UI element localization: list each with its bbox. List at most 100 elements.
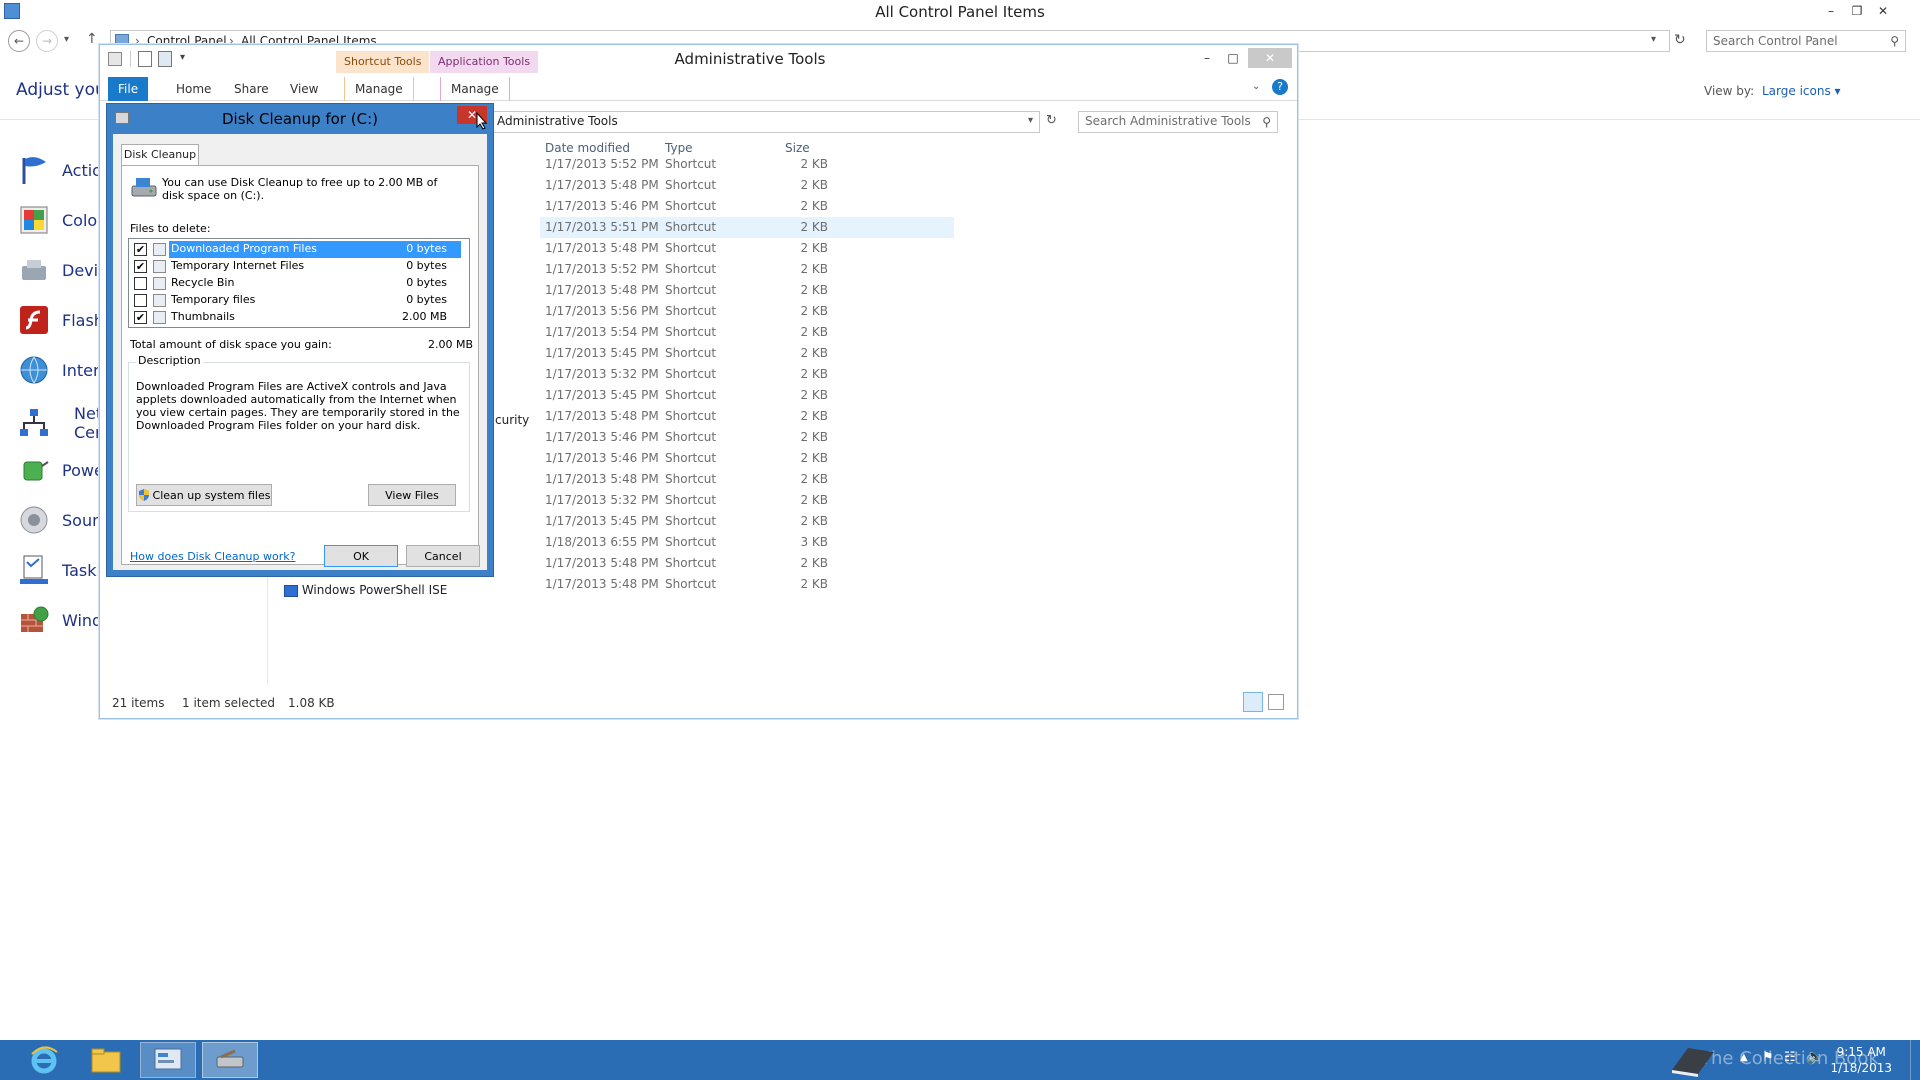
cell-size: 2 KB	[800, 388, 828, 402]
ribbon-expand-button[interactable]: ⌄	[1252, 81, 1260, 92]
item-checkbox[interactable]: ✔	[134, 243, 147, 256]
cell-type: Shortcut	[665, 178, 717, 192]
cancel-button[interactable]: Cancel	[406, 545, 480, 567]
item-checkbox[interactable]: ✔	[134, 311, 147, 324]
cell-size: 2 KB	[800, 472, 828, 486]
view-by-dropdown[interactable]: Large icons ▾	[1762, 84, 1841, 98]
files-to-delete-list: ✔ Downloaded Program Files 0 bytes ✔ Tempora…	[128, 238, 470, 328]
button-label: Clean up system files	[152, 488, 271, 502]
cell-type: Shortcut	[665, 199, 717, 213]
cell-date: 1/17/2013 5:32 PM	[545, 367, 659, 381]
item-checkbox[interactable]: ✔	[134, 260, 147, 273]
clean-up-system-files-button[interactable]: Clean up system files	[136, 484, 272, 506]
properties-quick-icon[interactable]	[138, 51, 152, 67]
list-item[interactable]: ✔ Downloaded Program Files 0 bytes	[131, 241, 467, 258]
volume-tray-button[interactable]: 🔈	[1806, 1049, 1823, 1065]
minimize-icon: –	[1828, 4, 1834, 18]
cell-date: 1/17/2013 5:45 PM	[545, 514, 659, 528]
cell-size: 2 KB	[800, 241, 828, 255]
column-header-date[interactable]: Date modified	[545, 141, 630, 155]
taskbar-control-panel[interactable]	[140, 1042, 196, 1078]
tab-home[interactable]: Home	[166, 77, 221, 101]
description-caption: Description	[136, 354, 203, 367]
cell-size: 2 KB	[800, 220, 828, 234]
cp-item-windows-firewall[interactable]: Wind	[18, 600, 108, 640]
cp-item-network-center[interactable]: Netw Cente	[18, 400, 121, 446]
tab-share[interactable]: Share	[224, 77, 279, 101]
new-folder-quick-icon[interactable]	[158, 51, 172, 67]
taskbar-file-explorer[interactable]	[78, 1042, 134, 1078]
tab-disk-cleanup[interactable]: Disk Cleanup	[121, 144, 199, 166]
quick-access-dropdown[interactable]: ▾	[180, 52, 185, 63]
column-header-size[interactable]: Size	[785, 141, 810, 155]
shield-icon	[138, 489, 150, 501]
list-item[interactable]: Recycle Bin 0 bytes	[131, 275, 467, 292]
minimize-button[interactable]: –	[1194, 48, 1220, 68]
network-tray-button[interactable]: ☷	[1784, 1050, 1796, 1065]
status-bar: 21 items 1 item selected 1.08 KB	[100, 690, 1297, 716]
refresh-button[interactable]: ↻	[1046, 113, 1057, 128]
details-view-button[interactable]	[1243, 692, 1263, 712]
restore-button[interactable]: ❐	[1844, 1, 1870, 21]
control-panel-window-title: All Control Panel Items	[875, 3, 1045, 21]
admin-tools-address-bar[interactable]: Administrative Tools ▾	[490, 111, 1040, 133]
cp-item-devices[interactable]: Devic	[18, 250, 108, 290]
tab-view[interactable]: View	[280, 77, 328, 101]
cell-date: 1/17/2013 5:46 PM	[545, 430, 659, 444]
item-checkbox[interactable]	[134, 294, 147, 307]
ok-button[interactable]: OK	[324, 545, 398, 567]
cp-item-label: Soun	[62, 510, 103, 530]
tab-manage-shortcut[interactable]: Manage	[344, 77, 414, 101]
close-button[interactable]: ✕	[1870, 1, 1896, 21]
item-checkbox[interactable]	[134, 277, 147, 290]
cp-item-internet-options[interactable]: Intern	[18, 350, 109, 390]
cp-item-sound[interactable]: Soun	[18, 500, 108, 540]
address-dropdown[interactable]: ▾	[1651, 34, 1656, 45]
cell-date: 1/18/2013 6:55 PM	[545, 535, 659, 549]
taskbar-clock[interactable]: 9:15 AM 1/18/2013	[1830, 1044, 1892, 1076]
cp-item-taskbar[interactable]: Taskb	[18, 550, 108, 590]
back-button[interactable]: ←	[8, 30, 30, 52]
refresh-icon: ↻	[1046, 113, 1057, 128]
cp-item-action-center[interactable]: Action	[18, 150, 112, 190]
up-button[interactable]: ↑	[86, 31, 98, 47]
forward-button[interactable]: →	[36, 30, 58, 52]
view-files-button[interactable]: View Files	[368, 484, 456, 506]
show-hidden-icons-button[interactable]: ▲	[1740, 1052, 1748, 1063]
total-space-label: Total amount of disk space you gain:	[130, 338, 332, 351]
tab-manage-application[interactable]: Manage	[440, 77, 510, 101]
show-desktop-button[interactable]	[1910, 1040, 1920, 1080]
action-center-tray-button[interactable]: ⚑	[1762, 1050, 1774, 1065]
cp-item-power-options[interactable]: Powe	[18, 450, 108, 490]
column-header-type[interactable]: Type	[665, 141, 693, 155]
chevron-down-icon[interactable]: ▾	[1028, 115, 1033, 126]
windows-firewall-icon	[18, 604, 50, 636]
taskbar-internet-explorer[interactable]	[16, 1042, 72, 1078]
sound-icon	[18, 504, 50, 536]
list-item[interactable]: ✔ Temporary Internet Files 0 bytes	[131, 258, 467, 275]
recent-locations-dropdown[interactable]: ▾	[64, 34, 69, 45]
cell-type: Shortcut	[665, 346, 717, 360]
table-row[interactable]: 1/17/2013 5:48 PM Shortcut 2 KB	[100, 574, 1297, 595]
maximize-button[interactable]: □	[1220, 48, 1246, 68]
clock-date: 1/18/2013	[1830, 1061, 1892, 1075]
minimize-button[interactable]: –	[1818, 1, 1844, 21]
close-button[interactable]: ✕	[1248, 48, 1292, 68]
list-item[interactable]: ✔ Thumbnails 2.00 MB	[131, 309, 467, 326]
taskbar-disk-cleanup[interactable]	[202, 1042, 258, 1078]
tab-file[interactable]: File	[108, 77, 149, 101]
cp-item-color-management[interactable]: Color	[18, 200, 108, 240]
search-placeholder: Search Administrative Tools	[1085, 114, 1251, 128]
refresh-button[interactable]: ↻	[1674, 32, 1686, 48]
cp-item-flash-player[interactable]: Flash	[18, 300, 108, 340]
help-link[interactable]: How does Disk Cleanup work?	[130, 550, 295, 563]
file-explorer-icon	[91, 1048, 121, 1073]
list-item[interactable]: Temporary files 0 bytes	[131, 292, 467, 309]
description-text: Downloaded Program Files are ActiveX con…	[136, 380, 460, 432]
admin-tools-search-input[interactable]: Search Administrative Tools ⚲	[1078, 111, 1278, 133]
large-icons-view-button[interactable]	[1268, 694, 1284, 710]
help-button[interactable]: ?	[1272, 79, 1288, 95]
item-name: Downloaded Program Files	[171, 242, 317, 255]
flash-player-icon	[18, 304, 50, 336]
control-panel-search-input[interactable]: Search Control Panel ⚲	[1706, 30, 1906, 52]
